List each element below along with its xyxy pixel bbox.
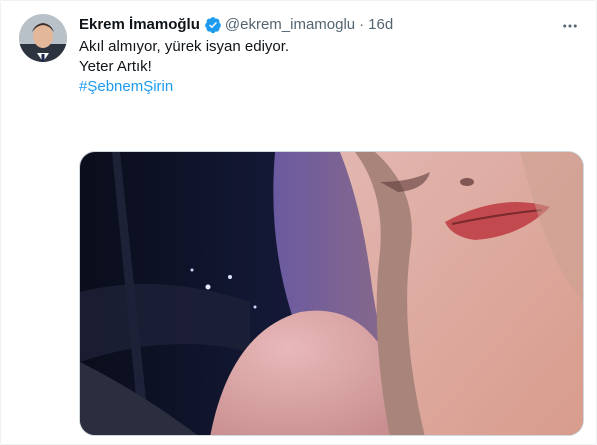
tweet-card[interactable]: Ekrem İmamoğlu @ekrem_imamoglu · 16d Akı… (0, 0, 597, 445)
tweet-timestamp[interactable]: 16d (368, 15, 393, 35)
tweet-text: Akıl almıyor, yürek isyan ediyor. Yeter … (79, 37, 579, 97)
hashtag-link[interactable]: #ŞebnemŞirin (79, 77, 579, 97)
more-options-icon[interactable] (558, 14, 582, 38)
separator-dot: · (359, 16, 365, 33)
author-handle[interactable]: @ekrem_imamoglu (225, 15, 355, 35)
author-name[interactable]: Ekrem İmamoğlu (79, 15, 200, 35)
tweet-header: Ekrem İmamoğlu @ekrem_imamoglu · 16d (79, 15, 393, 35)
verified-badge-icon (204, 16, 222, 34)
tweet-text-line: Akıl almıyor, yürek isyan ediyor. (79, 38, 290, 55)
tweet-photo[interactable] (79, 151, 584, 436)
tweet-text-line: Yeter Artık! (79, 58, 152, 75)
avatar[interactable] (19, 14, 67, 62)
